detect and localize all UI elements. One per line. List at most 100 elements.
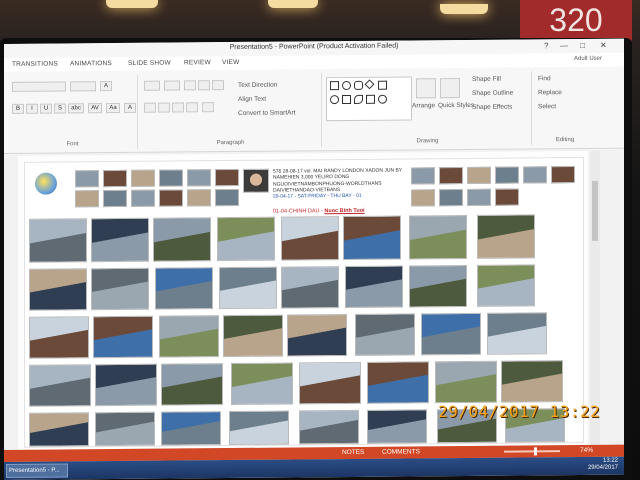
circle-shape-icon[interactable] xyxy=(330,95,339,105)
align-text-button[interactable]: Align Text xyxy=(238,96,266,103)
tab-transitions[interactable]: TRANSITIONS xyxy=(12,61,58,68)
shape-effects-button[interactable]: Shape Effects xyxy=(472,104,512,111)
align-right-button[interactable] xyxy=(172,102,184,113)
photo-thumbnail[interactable] xyxy=(477,214,535,259)
portrait-photo[interactable] xyxy=(243,168,269,193)
tab-slide-show[interactable]: SLIDE SHOW xyxy=(128,60,171,67)
tab-animations[interactable]: ANIMATIONS xyxy=(70,60,112,67)
minimize-button[interactable]: — xyxy=(560,41,568,50)
photo-thumbnail[interactable] xyxy=(95,411,155,447)
small-photo-thumbnail[interactable] xyxy=(159,189,183,207)
maximize-button[interactable]: □ xyxy=(580,41,585,50)
justify-button[interactable] xyxy=(186,102,198,113)
change-case-button[interactable]: Aa xyxy=(106,102,120,114)
photo-thumbnail[interactable] xyxy=(29,316,89,359)
photo-thumbnail[interactable] xyxy=(345,265,403,309)
photo-thumbnail[interactable] xyxy=(161,411,221,446)
text-direction-button[interactable]: Text Direction xyxy=(238,82,277,89)
photo-thumbnail[interactable] xyxy=(287,314,347,357)
small-photo-thumbnail[interactable] xyxy=(439,188,463,207)
photo-thumbnail[interactable] xyxy=(223,314,283,358)
photo-thumbnail[interactable] xyxy=(29,218,87,263)
small-photo-thumbnail[interactable] xyxy=(187,189,211,207)
shape-fill-button[interactable]: Shape Fill xyxy=(472,76,501,83)
small-photo-thumbnail[interactable] xyxy=(523,166,547,184)
grow-font-button[interactable]: A xyxy=(100,81,112,92)
photo-thumbnail[interactable] xyxy=(91,217,149,263)
small-photo-thumbnail[interactable] xyxy=(551,166,575,184)
bullets-button[interactable] xyxy=(144,80,160,91)
scrollbar-thumb[interactable] xyxy=(592,180,598,241)
photo-thumbnail[interactable] xyxy=(217,216,275,262)
font-size-select[interactable] xyxy=(70,81,96,92)
convert-smartart-button[interactable]: Convert to SmartArt xyxy=(238,109,295,117)
photo-thumbnail[interactable] xyxy=(299,409,359,445)
bold-button[interactable]: B xyxy=(12,103,24,114)
red-caption-link[interactable]: Nuoc Binh Tuoi xyxy=(324,208,364,214)
small-photo-thumbnail[interactable] xyxy=(439,166,463,185)
photo-thumbnail[interactable] xyxy=(421,312,481,356)
small-photo-thumbnail[interactable] xyxy=(215,168,239,187)
shape-outline-button[interactable]: Shape Outline xyxy=(472,90,513,97)
photo-thumbnail[interactable] xyxy=(95,363,157,407)
photo-thumbnail[interactable] xyxy=(355,313,415,356)
photo-thumbnail[interactable] xyxy=(367,409,427,444)
font-color-button[interactable]: A xyxy=(124,102,136,113)
help-button[interactable]: ? xyxy=(544,41,548,50)
decrease-indent-button[interactable] xyxy=(184,80,196,91)
quick-styles-icon[interactable] xyxy=(440,78,460,99)
photo-thumbnail[interactable] xyxy=(281,216,339,261)
photo-thumbnail[interactable] xyxy=(501,360,563,403)
replace-button[interactable]: Replace xyxy=(538,89,562,96)
photo-thumbnail[interactable] xyxy=(161,363,223,406)
small-photo-thumbnail[interactable] xyxy=(467,166,491,184)
comments-button[interactable]: COMMENTS xyxy=(382,448,420,455)
photo-thumbnail[interactable] xyxy=(29,412,89,447)
zoom-level[interactable]: 74% xyxy=(580,447,593,454)
small-photo-thumbnail[interactable] xyxy=(75,190,99,208)
photo-thumbnail[interactable] xyxy=(231,362,293,406)
zoom-slider-knob[interactable] xyxy=(534,447,537,456)
small-photo-thumbnail[interactable] xyxy=(411,167,435,185)
user-account[interactable]: Adult User xyxy=(574,56,602,62)
strikethrough-button[interactable]: abc xyxy=(68,103,84,114)
char-spacing-button[interactable]: AV xyxy=(88,103,102,114)
arrange-icon[interactable] xyxy=(416,78,436,99)
small-photo-thumbnail[interactable] xyxy=(467,188,491,206)
photo-thumbnail[interactable] xyxy=(229,410,289,446)
shadow-button[interactable]: S xyxy=(54,103,66,114)
zoom-slider[interactable] xyxy=(504,450,560,453)
small-photo-thumbnail[interactable] xyxy=(75,170,99,188)
find-button[interactable]: Find xyxy=(538,75,551,82)
rectangle-shape-icon[interactable] xyxy=(330,81,339,91)
notes-button[interactable]: NOTES xyxy=(342,449,364,456)
vertical-scrollbar[interactable] xyxy=(590,150,600,445)
underline-button[interactable]: U xyxy=(40,103,52,114)
align-left-button[interactable] xyxy=(144,102,156,113)
small-photo-thumbnail[interactable] xyxy=(215,188,239,207)
star-shape-icon[interactable] xyxy=(378,94,387,104)
oval-shape-icon[interactable] xyxy=(342,80,351,91)
numbering-button[interactable] xyxy=(164,80,180,91)
small-photo-thumbnail[interactable] xyxy=(131,169,155,187)
photo-thumbnail[interactable] xyxy=(159,315,219,358)
small-photo-thumbnail[interactable] xyxy=(495,166,519,184)
photo-thumbnail[interactable] xyxy=(155,267,213,310)
photo-thumbnail[interactable] xyxy=(409,264,467,308)
curve-shape-icon[interactable] xyxy=(354,94,363,104)
triangle-shape-icon[interactable] xyxy=(342,94,351,105)
taskbar-powerpoint-button[interactable]: Presentation5 - P... xyxy=(6,463,68,478)
small-photo-thumbnail[interactable] xyxy=(187,169,211,187)
photo-thumbnail[interactable] xyxy=(29,268,87,311)
system-tray-clock[interactable]: 13:22 29/04/2017 xyxy=(588,458,618,472)
tab-review[interactable]: REVIEW xyxy=(184,59,211,66)
align-center-button[interactable] xyxy=(158,102,170,113)
photo-thumbnail[interactable] xyxy=(29,364,91,407)
select-button[interactable]: Select xyxy=(538,103,556,110)
small-photo-thumbnail[interactable] xyxy=(103,189,127,208)
close-button[interactable]: ✕ xyxy=(600,41,607,50)
small-photo-thumbnail[interactable] xyxy=(131,189,155,207)
photo-thumbnail[interactable] xyxy=(153,217,211,262)
small-photo-thumbnail[interactable] xyxy=(159,169,183,187)
photo-thumbnail[interactable] xyxy=(477,264,535,307)
